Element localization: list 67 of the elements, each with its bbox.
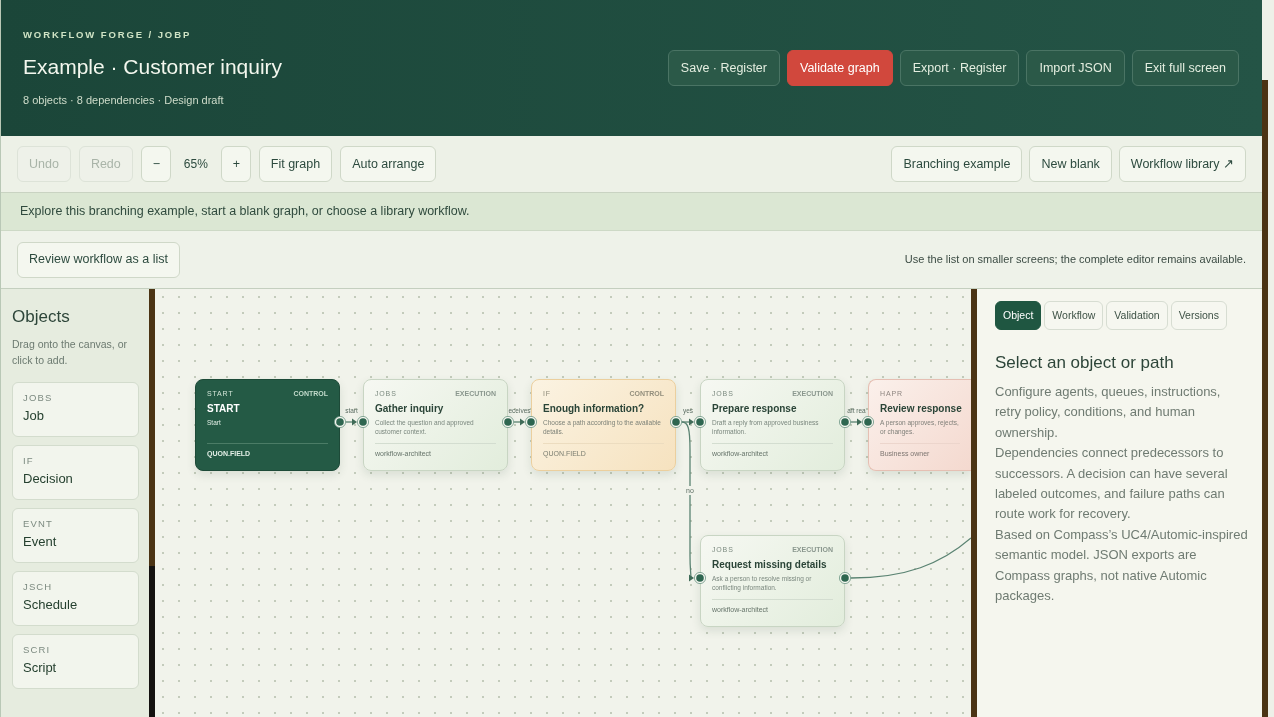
- node-title: START: [207, 403, 240, 415]
- zoom-out-button[interactable]: −: [140, 146, 171, 182]
- object-card[interactable]: EVNT Event: [12, 508, 139, 563]
- connector-arrow[interactable]: [513, 418, 525, 426]
- inspector-title: Select an object or path: [995, 352, 1175, 374]
- header-button[interactable]: Exit full screen: [1131, 50, 1239, 86]
- toolbar-button[interactable]: New blank: [1029, 146, 1112, 182]
- connector-arrow[interactable]: [345, 418, 357, 426]
- port-handle[interactable]: [334, 416, 346, 428]
- node-title: Review response: [880, 403, 962, 415]
- object-code: SCRI: [23, 644, 52, 656]
- port-handle[interactable]: [694, 416, 706, 428]
- connector-arrow[interactable]: [850, 418, 862, 426]
- toolbar-button[interactable]: Fit graph: [258, 146, 333, 182]
- inspector-paragraph: Dependencies connect predecessors to successors. A decision can have several labeled outcomes, and failure paths can route work for recovery.: [995, 444, 1229, 524]
- review-list-button[interactable]: Review workflow as a list: [17, 241, 180, 278]
- header-button[interactable]: Export · Register: [899, 50, 1020, 86]
- page-subtitle: 8 objects · 8 dependencies · Design draft: [23, 93, 225, 107]
- object-name: Event: [23, 534, 58, 550]
- sidebar-hint: Drag onto the canvas, or click to add.: [12, 337, 128, 368]
- header-button[interactable]: Save · Register: [667, 50, 780, 86]
- inspector-paragraph: Based on Compass’s UC4/Automic-inspired semantic model. JSON exports are Compass graphs, not native Automic packages.: [995, 525, 1249, 606]
- toolbar-button[interactable]: Auto arrange: [340, 146, 437, 182]
- port-handle[interactable]: [502, 416, 514, 428]
- object-card[interactable]: IF Decision: [12, 445, 139, 500]
- connector-line[interactable]: [850, 537, 971, 579]
- inspector-tab[interactable]: Object: [995, 301, 1042, 330]
- scrollbar-thumb[interactable]: [149, 289, 155, 566]
- banner-text: Explore this branching example, start a blank graph, or choose a library workflow.: [20, 203, 470, 221]
- scrollbar-thumb[interactable]: [1262, 80, 1268, 717]
- port-handle[interactable]: [839, 416, 851, 428]
- object-card[interactable]: JSCH Schedule: [12, 571, 139, 626]
- node-title: Prepare response: [712, 403, 797, 415]
- zoom-in-button[interactable]: +: [220, 146, 251, 182]
- node-title: Gather inquiry: [375, 403, 444, 415]
- object-name: Script: [23, 660, 58, 676]
- object-card[interactable]: JOBS Job: [12, 382, 139, 437]
- object-card[interactable]: SCRI Script: [12, 634, 139, 689]
- toolbar-button[interactable]: Branching example: [891, 146, 1023, 182]
- object-name: Decision: [23, 471, 74, 487]
- object-name: Schedule: [23, 597, 79, 613]
- port-handle[interactable]: [357, 416, 369, 428]
- list-note: Use the list on smaller screens; the complete editor remains available.: [904, 252, 1246, 268]
- header-button[interactable]: Import JSON: [1026, 50, 1125, 86]
- object-code: JOBS: [23, 392, 54, 404]
- connector-arrow[interactable]: [681, 421, 694, 582]
- sidebar-title: Objects: [12, 307, 71, 327]
- port-handle[interactable]: [525, 416, 537, 428]
- zoom-level: 65%: [182, 156, 209, 173]
- object-code: IF: [23, 455, 35, 467]
- object-code: EVNT: [23, 518, 54, 530]
- port-handle[interactable]: [670, 416, 682, 428]
- object-code: JSCH: [23, 581, 54, 593]
- port-handle[interactable]: [694, 572, 706, 584]
- node-title: Request missing details: [712, 559, 827, 571]
- inspector-paragraph: Configure agents, queues, instructions, retry policy, conditions, and human ownership.: [995, 383, 1222, 442]
- node-title: Enough information?: [543, 403, 645, 415]
- inspector-tab[interactable]: Workflow: [1044, 301, 1104, 330]
- page-title: Example · Customer inquiry: [23, 54, 283, 80]
- port-handle[interactable]: [839, 572, 851, 584]
- object-name: Job: [23, 408, 45, 424]
- breadcrumb: WORKFLOW FORGE / JOBP: [23, 29, 193, 41]
- inspector-tab[interactable]: Versions: [1170, 301, 1227, 330]
- port-handle[interactable]: [862, 416, 874, 428]
- header-button[interactable]: Validate graph: [787, 50, 893, 86]
- inspector-tab[interactable]: Validation: [1106, 301, 1168, 330]
- toolbar-button[interactable]: Workflow library ↗: [1118, 146, 1246, 182]
